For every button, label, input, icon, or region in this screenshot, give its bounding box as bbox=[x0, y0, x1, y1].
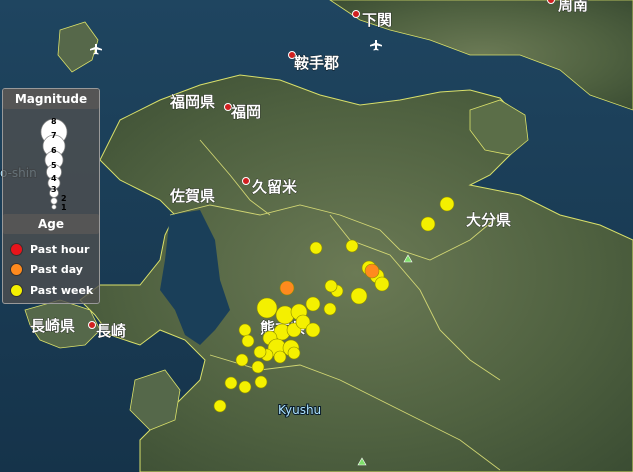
legend-panel: Magnitude 8 7 6 5 4 3 2 1 Age Past hour … bbox=[2, 88, 100, 304]
magnitude-label: 4 bbox=[51, 174, 57, 183]
earthquake-marker[interactable] bbox=[420, 216, 436, 232]
earthquake-marker[interactable] bbox=[224, 376, 238, 390]
earthquake-marker[interactable] bbox=[238, 380, 252, 394]
age-label: Past hour bbox=[30, 242, 90, 256]
age-label: Past day bbox=[30, 262, 83, 276]
magnitude-circle-1 bbox=[51, 204, 57, 210]
earthquake-marker[interactable] bbox=[309, 241, 323, 255]
earthquake-marker[interactable] bbox=[256, 297, 278, 319]
city-marker-shunan bbox=[547, 0, 555, 4]
earthquake-marker[interactable] bbox=[254, 375, 268, 389]
earthquake-marker[interactable] bbox=[374, 276, 390, 292]
magnitude-title: Magnitude bbox=[3, 89, 99, 109]
label-kyushu: Kyushu bbox=[278, 403, 321, 417]
age-item-past-day: Past day bbox=[10, 260, 83, 278]
earthquake-marker[interactable] bbox=[251, 360, 265, 374]
magnitude-scale: 8 7 6 5 4 3 2 1 bbox=[3, 109, 99, 214]
magnitude-circle-2 bbox=[50, 197, 58, 205]
earthquake-marker[interactable] bbox=[253, 345, 267, 359]
earthquake-marker[interactable] bbox=[324, 279, 338, 293]
earthquake-marker[interactable] bbox=[238, 323, 252, 337]
earthquake-marker[interactable] bbox=[241, 334, 255, 348]
earthquake-marker[interactable] bbox=[350, 287, 368, 305]
label-kurume: 久留米 bbox=[252, 178, 298, 196]
age-item-past-hour: Past hour bbox=[10, 240, 89, 258]
age-label: Past week bbox=[30, 283, 94, 297]
earthquake-marker[interactable] bbox=[235, 353, 249, 367]
label-nagasaki-pref: 長崎県 bbox=[30, 317, 75, 335]
label-fukuoka-pref: 福岡県 bbox=[169, 93, 215, 111]
earthquake-marker[interactable] bbox=[345, 239, 359, 253]
magnitude-label: 3 bbox=[51, 185, 57, 194]
label-nagasaki: 長崎 bbox=[96, 322, 126, 340]
earthquake-marker[interactable] bbox=[287, 346, 301, 360]
earthquake-marker[interactable] bbox=[439, 196, 455, 212]
city-marker-shimonoseki bbox=[352, 10, 360, 18]
earthquake-marker[interactable] bbox=[213, 399, 227, 413]
earthquake-marker[interactable] bbox=[305, 322, 321, 338]
red-dot-icon bbox=[10, 242, 23, 256]
earthquake-marker[interactable] bbox=[305, 296, 321, 312]
earthquake-marker[interactable] bbox=[273, 350, 287, 364]
yellow-dot-icon bbox=[10, 283, 23, 297]
age-item-past-week: Past week bbox=[10, 281, 93, 299]
magnitude-label: 8 bbox=[51, 117, 57, 126]
magnitude-label: 1 bbox=[61, 203, 67, 212]
label-kurate: 鞍手郡 bbox=[294, 54, 339, 72]
magnitude-label: 7 bbox=[51, 131, 57, 140]
label-shimonoseki: 下関 bbox=[362, 11, 392, 29]
age-title: Age bbox=[3, 214, 99, 234]
city-marker-nagasaki bbox=[88, 321, 96, 329]
earthquake-marker[interactable] bbox=[279, 280, 295, 296]
orange-dot-icon bbox=[10, 262, 23, 276]
city-marker-kurume bbox=[242, 177, 250, 185]
magnitude-label: 2 bbox=[61, 194, 67, 203]
label-fukuoka: 福岡 bbox=[230, 103, 261, 121]
earthquake-marker[interactable] bbox=[364, 263, 380, 279]
magnitude-label: 6 bbox=[51, 146, 57, 155]
magnitude-label: 5 bbox=[51, 161, 57, 170]
earthquake-marker[interactable] bbox=[323, 302, 337, 316]
label-saga-pref: 佐賀県 bbox=[169, 187, 215, 205]
label-oita-pref: 大分県 bbox=[466, 211, 511, 229]
label-shunan: 周南 bbox=[558, 0, 588, 14]
